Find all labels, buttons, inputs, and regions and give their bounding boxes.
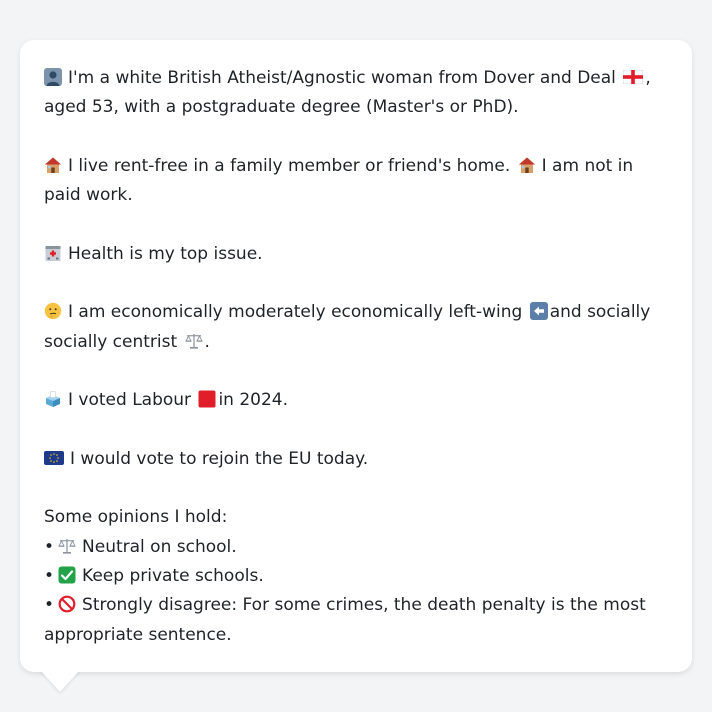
- eu-line: I would vote to rejoin the EU today.: [44, 445, 668, 474]
- eu-text: I would vote to rejoin the EU today.: [70, 448, 369, 469]
- vote-text-a: I voted Labour: [68, 390, 192, 411]
- thinking-face-icon: [44, 303, 62, 320]
- opinions-header: Some opinions I hold:: [44, 507, 228, 528]
- opinion-text: Keep private schools.: [82, 566, 264, 587]
- politics-text-a: I am economically moderately economicall…: [68, 302, 523, 323]
- opinion-text: Neutral on school.: [82, 536, 237, 557]
- check-mark-icon: [58, 566, 76, 584]
- prohibited-icon: [58, 595, 76, 613]
- red-square-icon: [198, 390, 216, 408]
- left-arrow-icon: [529, 302, 548, 321]
- vote-line: I voted Labour in 2024.: [44, 386, 668, 415]
- top-issue-line: Health is my top issue.: [44, 240, 668, 269]
- housing-line: I live rent-free in a family member or f…: [44, 152, 668, 211]
- bullet: •: [44, 536, 55, 557]
- opinion-text: Strongly disagree: For some crimes, the …: [44, 595, 646, 645]
- house-icon: [518, 157, 535, 173]
- housing-text-a: I live rent-free in a family member or f…: [68, 155, 511, 176]
- scales-icon: [58, 538, 76, 554]
- opinion-item-death-penalty: • Strongly disagree: For some crimes, th…: [44, 591, 668, 650]
- hospital-icon: [45, 245, 61, 261]
- opinion-item-private-schools: • Keep private schools.: [44, 562, 668, 591]
- house-icon: [45, 157, 61, 173]
- person-silhouette-icon: [44, 68, 62, 86]
- bullet: •: [44, 566, 55, 587]
- message-bubble: I'm a white British Atheist/Agnostic wom…: [20, 40, 692, 672]
- identity-text-a: I'm a white British Atheist/Agnostic wom…: [68, 68, 616, 88]
- politics-line: I am economically moderately economicall…: [44, 298, 668, 357]
- opinion-item-school: • Neutral on school.: [44, 533, 668, 562]
- eu-flag-icon: [44, 450, 64, 465]
- politics-text-c: .: [204, 331, 210, 352]
- identity-line: I'm a white British Atheist/Agnostic wom…: [44, 64, 668, 123]
- vote-text-b: in 2024.: [218, 390, 289, 411]
- top-issue-text: Health is my top issue.: [68, 243, 263, 264]
- bullet: •: [44, 595, 55, 616]
- bubble-tail: [40, 670, 80, 692]
- scales-icon: [184, 333, 203, 349]
- ballot-box-icon: [46, 391, 60, 408]
- england-flag-icon: [623, 70, 644, 84]
